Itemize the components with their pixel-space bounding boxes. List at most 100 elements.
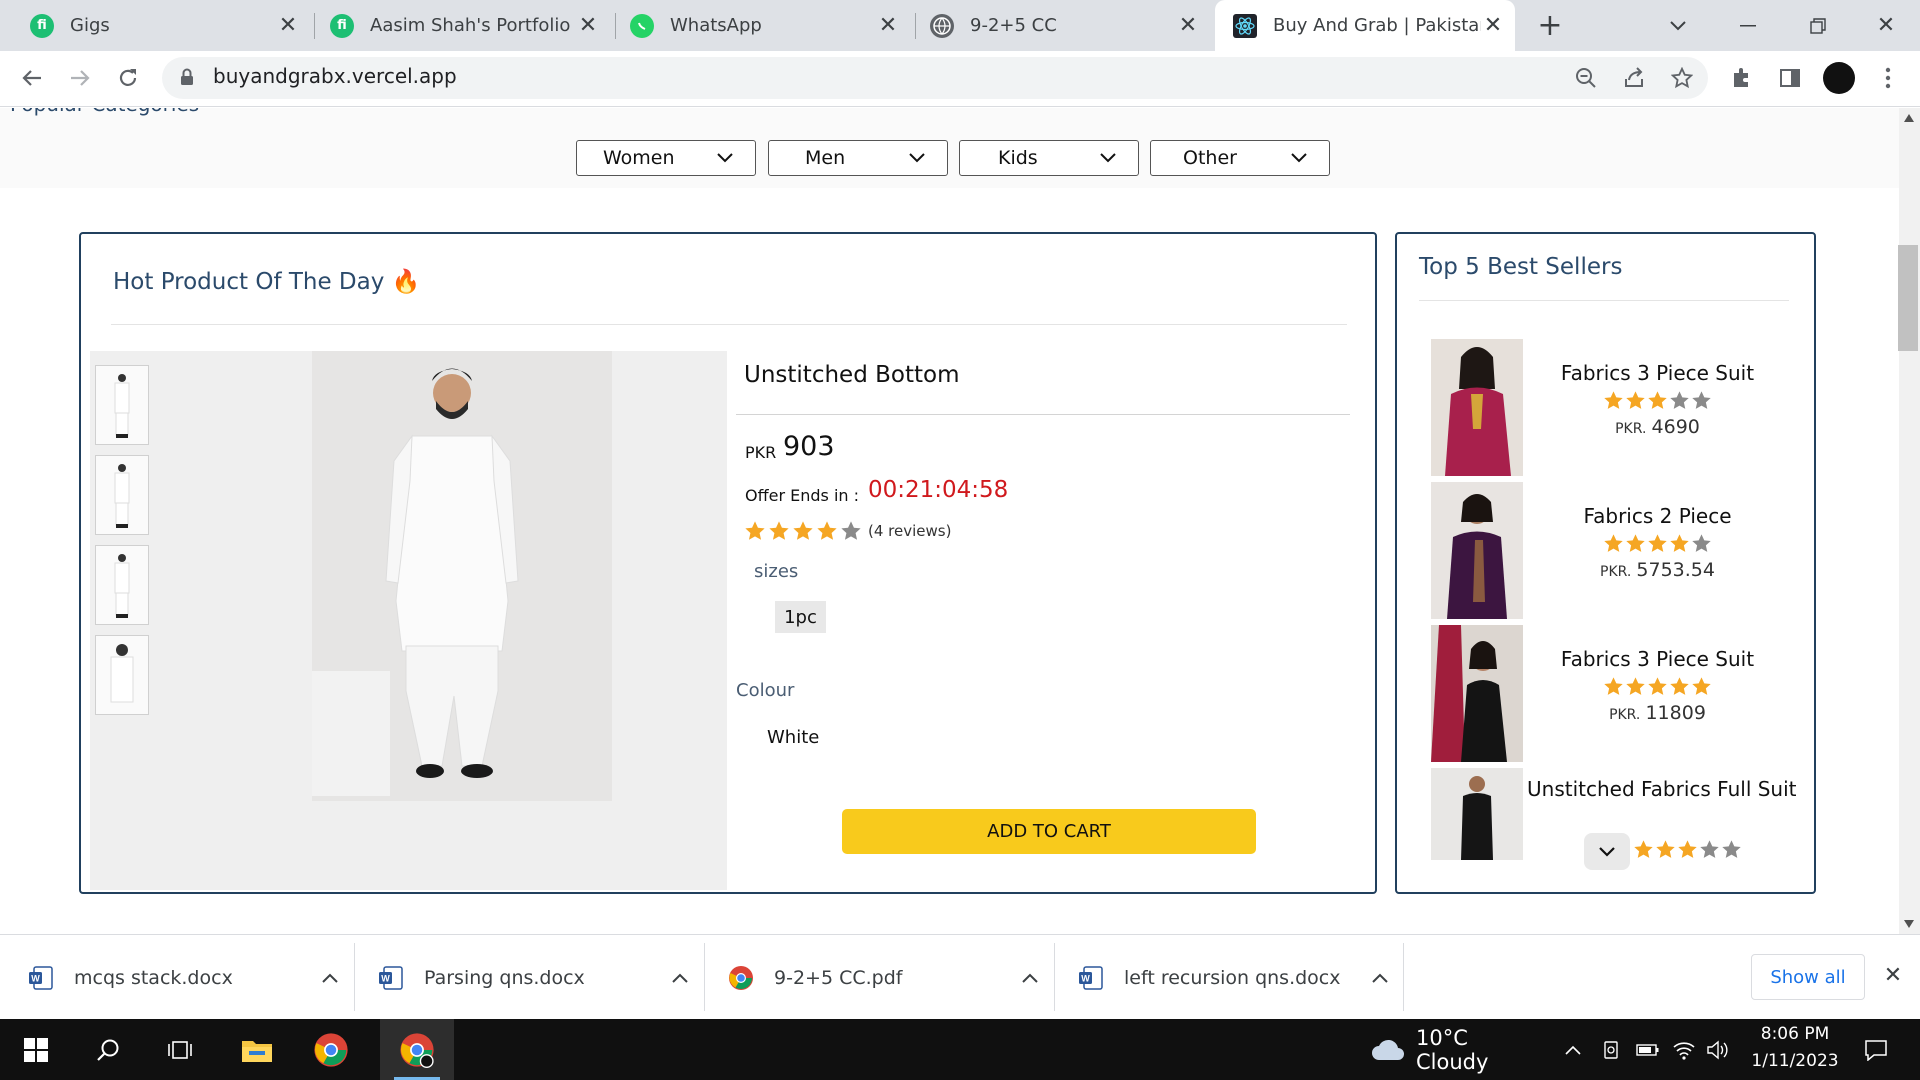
close-tab-icon[interactable]: ✕ [276, 13, 300, 38]
clock-time[interactable]: 8:06 PM [1740, 1024, 1850, 1044]
show-all-button[interactable]: Show all [1751, 954, 1865, 1000]
offer-label: Offer Ends in : [745, 486, 860, 505]
reload-icon[interactable] [110, 60, 146, 96]
download-item[interactable]: W mcqs stack.docx [28, 935, 338, 1020]
back-icon[interactable] [14, 60, 50, 96]
product-thumbnail[interactable] [95, 545, 149, 625]
close-tab-icon[interactable]: ✕ [1176, 13, 1200, 38]
download-item[interactable]: 9-2+5 CC.pdf [728, 935, 1038, 1020]
notifications-icon[interactable] [1856, 1019, 1896, 1080]
page-scrollbar[interactable] [1899, 108, 1920, 934]
download-item[interactable]: W left recursion qns.docx [1078, 935, 1388, 1020]
bestseller-name[interactable]: Fabrics 3 Piece Suit [1525, 361, 1790, 385]
bestseller-price: PKR. 11809 [1609, 702, 1706, 724]
product-thumbnail[interactable] [95, 455, 149, 535]
extensions-icon[interactable] [1724, 60, 1760, 96]
category-women-dropdown[interactable]: Women [576, 140, 756, 176]
category-other-dropdown[interactable]: Other [1150, 140, 1330, 176]
star-filled-icon [769, 521, 789, 540]
task-view-icon[interactable] [158, 1019, 202, 1080]
product-thumbnail[interactable] [95, 635, 149, 715]
star-filled-icon [1604, 391, 1623, 409]
windows-start-icon[interactable] [14, 1019, 58, 1080]
file-explorer-icon[interactable] [232, 1019, 282, 1080]
scrollbar-thumb[interactable] [1898, 245, 1918, 351]
size-option[interactable]: 1pc [775, 601, 826, 633]
close-tab-icon[interactable]: ✕ [876, 13, 900, 38]
tab-cc[interactable]: 9-2+5 CC ✕ [900, 0, 1210, 51]
tab-whatsapp[interactable]: WhatsApp ✕ [600, 0, 910, 51]
side-panel-icon[interactable] [1772, 60, 1808, 96]
menu-icon[interactable] [1870, 60, 1906, 96]
star-filled-icon [1670, 534, 1689, 552]
chevron-down-icon [1100, 153, 1116, 163]
star-filled-icon [745, 521, 765, 540]
chevron-up-icon[interactable] [1372, 973, 1388, 983]
clock-date[interactable]: 1/11/2023 [1740, 1051, 1850, 1071]
url-text[interactable]: buyandgrabx.vercel.app [213, 64, 457, 88]
category-bar: Popular Categories Women Men Kids Other [0, 108, 1899, 188]
best-sellers-list: Fabrics 3 Piece Suit PKR. 4690 Fabrics 2… [1397, 334, 1814, 874]
cloud-icon[interactable] [1368, 1019, 1408, 1080]
product-main-image[interactable] [312, 351, 612, 801]
lock-icon[interactable] [180, 68, 194, 90]
product-thumbnail[interactable] [1431, 625, 1523, 762]
tab-search-icon[interactable] [1660, 0, 1696, 51]
bookmark-star-icon[interactable] [1664, 60, 1700, 96]
downloads-bar: W mcqs stack.docx W Parsing qns.docx 9-2… [0, 934, 1920, 1019]
product-thumbnail[interactable] [1431, 482, 1523, 619]
bestseller-name[interactable]: Fabrics 3 Piece Suit [1525, 647, 1790, 671]
search-icon[interactable] [86, 1019, 130, 1080]
add-to-cart-button[interactable]: ADD TO CART [842, 809, 1256, 854]
weather-text[interactable]: 10°C Cloudy [1416, 1019, 1546, 1080]
bestseller-rating [1525, 533, 1790, 554]
tab-portfolio[interactable]: fi Aasim Shah's Portfolio ✕ [300, 0, 610, 51]
category-men-dropdown[interactable]: Men [768, 140, 948, 176]
chevron-up-icon[interactable] [322, 973, 338, 983]
product-thumbnail[interactable] [1431, 339, 1523, 476]
wifi-icon[interactable] [1670, 1019, 1698, 1080]
scroll-down-icon[interactable] [1904, 920, 1914, 928]
download-item[interactable]: W Parsing qns.docx [378, 935, 688, 1020]
bestseller-rating [1525, 390, 1790, 411]
bestseller-name[interactable]: Fabrics 2 Piece [1525, 504, 1790, 528]
zoom-icon[interactable] [1568, 60, 1604, 96]
close-downloads-icon[interactable]: ✕ [1880, 963, 1906, 989]
product-name: Unstitched Bottom [744, 362, 960, 388]
colour-value[interactable]: White [767, 727, 819, 748]
tab-buy-and-grab[interactable]: Buy And Grab | Pakistan's ✕ [1215, 0, 1515, 51]
product-thumbnail[interactable] [1431, 768, 1523, 860]
scroll-down-button[interactable] [1584, 833, 1630, 870]
volume-icon[interactable] [1704, 1019, 1732, 1080]
forward-icon[interactable] [62, 60, 98, 96]
star-filled-icon [1692, 677, 1711, 695]
minimize-icon[interactable] [1730, 0, 1766, 51]
restore-icon[interactable] [1800, 0, 1836, 51]
taskbar: 10°C Cloudy 8:06 PM 1/11/2023 [0, 1019, 1920, 1080]
battery-icon[interactable] [1634, 1019, 1662, 1080]
tab-gigs[interactable]: fi Gigs ✕ [0, 0, 310, 51]
bestseller-name[interactable]: Unstitched Fabrics Full Suit [1527, 774, 1797, 805]
category-kids-dropdown[interactable]: Kids [959, 140, 1139, 176]
tab-strip: fi Gigs ✕ fi Aasim Shah's Portfolio ✕ Wh… [0, 0, 1920, 51]
chevron-down-icon [909, 153, 925, 163]
scroll-up-icon[interactable] [1904, 114, 1914, 122]
chevron-up-icon[interactable] [1022, 973, 1038, 983]
share-icon[interactable] [1616, 60, 1652, 96]
colour-label: Colour [736, 680, 795, 701]
avatar[interactable] [1823, 62, 1855, 94]
fiverr-icon: fi [330, 13, 354, 38]
svg-text:W: W [1081, 973, 1090, 983]
close-tab-icon[interactable]: ✕ [1481, 13, 1505, 38]
close-window-icon[interactable]: ✕ [1868, 0, 1904, 51]
new-tab-button[interactable]: + [1532, 0, 1568, 51]
device-icon[interactable] [1598, 1019, 1624, 1080]
close-tab-icon[interactable]: ✕ [576, 13, 600, 38]
review-count[interactable]: (4 reviews) [868, 522, 951, 540]
word-icon: W [1079, 965, 1103, 990]
chrome-taskbar-icon[interactable] [306, 1019, 356, 1080]
chevron-up-icon[interactable] [1560, 1019, 1586, 1080]
chevron-up-icon[interactable] [672, 973, 688, 983]
chrome-profile-taskbar-icon[interactable] [380, 1019, 454, 1080]
product-thumbnail[interactable] [95, 365, 149, 445]
